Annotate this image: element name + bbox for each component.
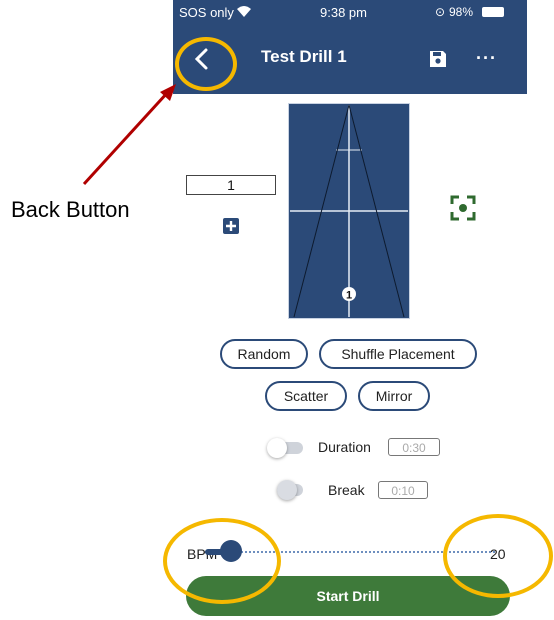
back-button-highlight xyxy=(175,37,237,91)
bpm-value-highlight xyxy=(443,514,553,598)
bpm-slider-highlight xyxy=(163,518,281,604)
